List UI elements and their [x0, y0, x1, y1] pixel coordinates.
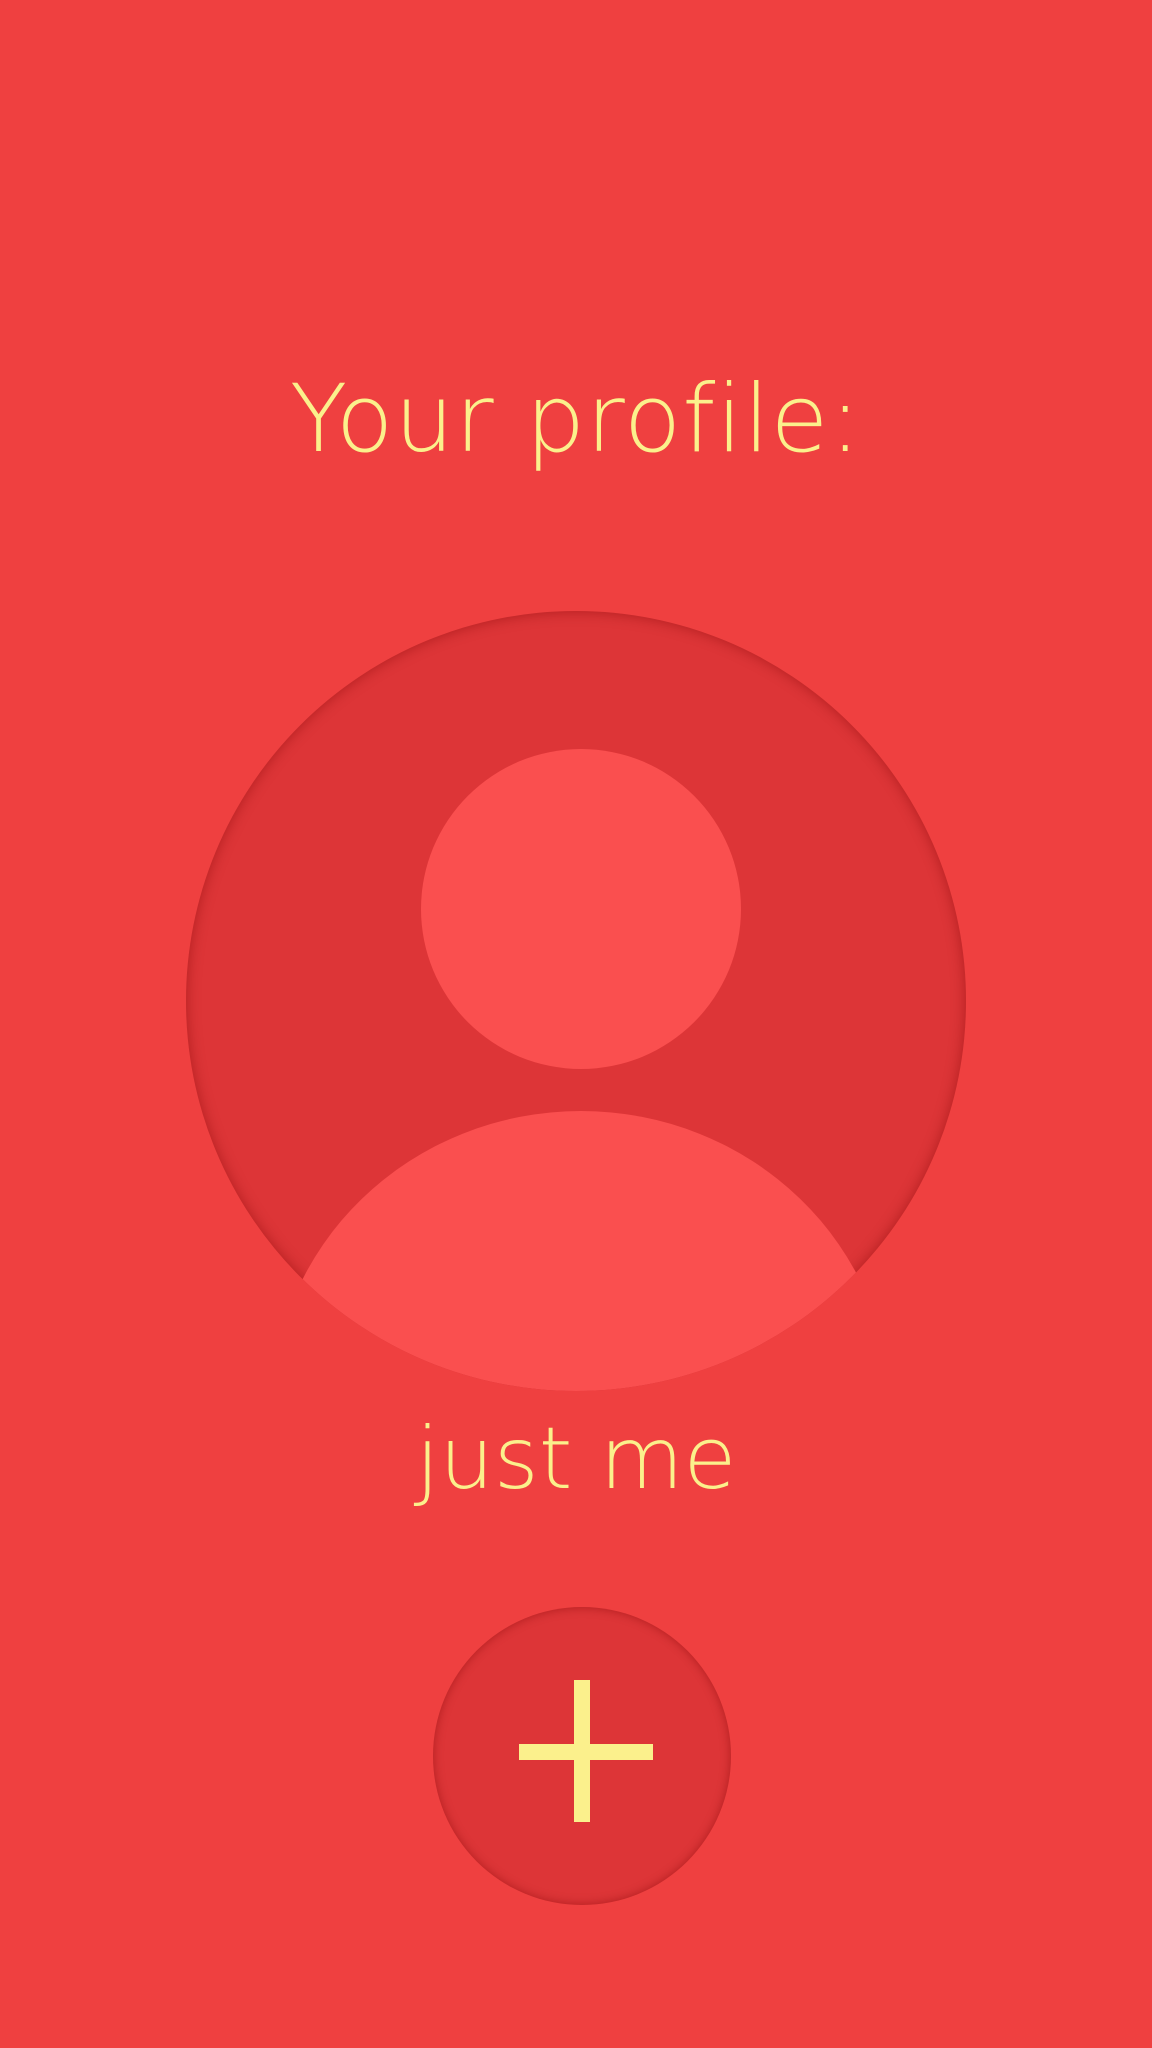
add-profile-button[interactable] [433, 1607, 731, 1905]
page-title: Your profile: [289, 365, 863, 474]
plus-icon [519, 1680, 653, 1822]
profile-screen: Your profile: just me [0, 0, 1152, 2048]
profile-name: just me [415, 1409, 737, 1509]
person-silhouette-icon [271, 749, 891, 1391]
avatar[interactable] [186, 611, 966, 1391]
